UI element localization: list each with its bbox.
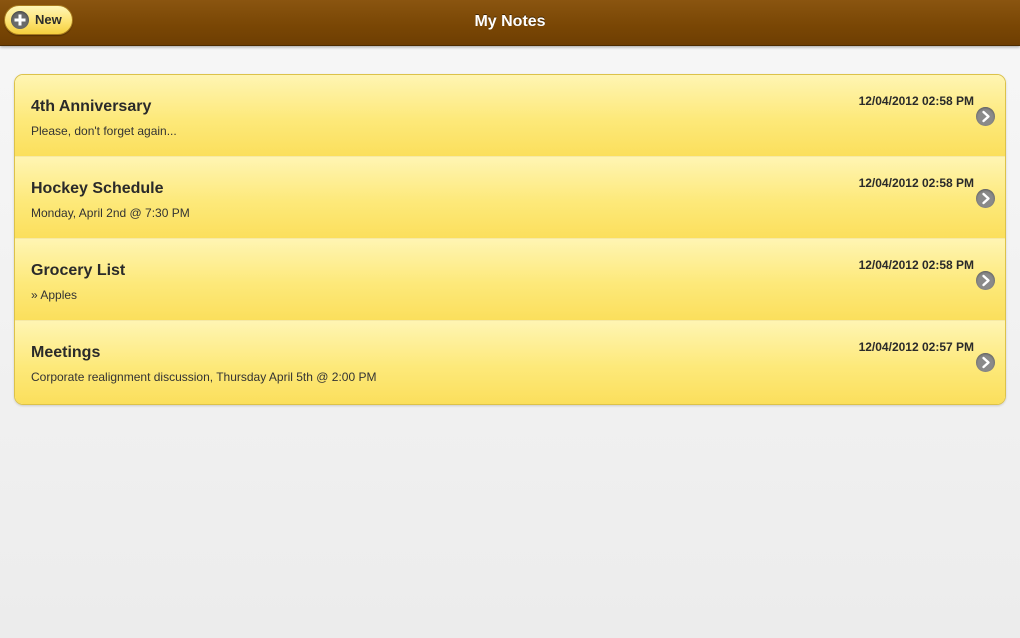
note-title: Grocery List <box>31 262 126 279</box>
note-date: 12/04/2012 02:57 PM <box>858 340 974 354</box>
note-row[interactable]: Hockey Schedule Monday, April 2nd @ 7:30… <box>15 157 1005 239</box>
chevron-right-circle-icon[interactable] <box>976 271 995 290</box>
note-snippet: Monday, April 2nd @ 7:30 PM <box>31 206 190 220</box>
note-date: 12/04/2012 02:58 PM <box>858 176 974 190</box>
note-snippet: » Apples <box>31 288 78 302</box>
note-snippet: Please, don't forget again... <box>31 124 177 138</box>
note-row[interactable]: 4th Anniversary Please, don't forget aga… <box>15 75 1005 157</box>
header-bar: New My Notes <box>0 0 1020 46</box>
note-snippet: Corporate realignment discussion, Thursd… <box>31 370 377 384</box>
notes-list: 4th Anniversary Please, don't forget aga… <box>14 74 1006 405</box>
note-date: 12/04/2012 02:58 PM <box>858 94 974 108</box>
note-title: Meetings <box>31 344 101 361</box>
page-title: My Notes <box>474 13 546 30</box>
chevron-right-circle-icon[interactable] <box>976 353 995 372</box>
note-row[interactable]: Grocery List » Apples 12/04/2012 02:58 P… <box>15 239 1005 321</box>
note-title: 4th Anniversary <box>31 98 152 115</box>
note-title: Hockey Schedule <box>31 180 164 197</box>
note-date: 12/04/2012 02:58 PM <box>858 258 974 272</box>
note-row[interactable]: Meetings Corporate realignment discussio… <box>15 321 1005 404</box>
chevron-right-circle-icon[interactable] <box>976 189 995 208</box>
chevron-right-circle-icon[interactable] <box>976 107 995 126</box>
